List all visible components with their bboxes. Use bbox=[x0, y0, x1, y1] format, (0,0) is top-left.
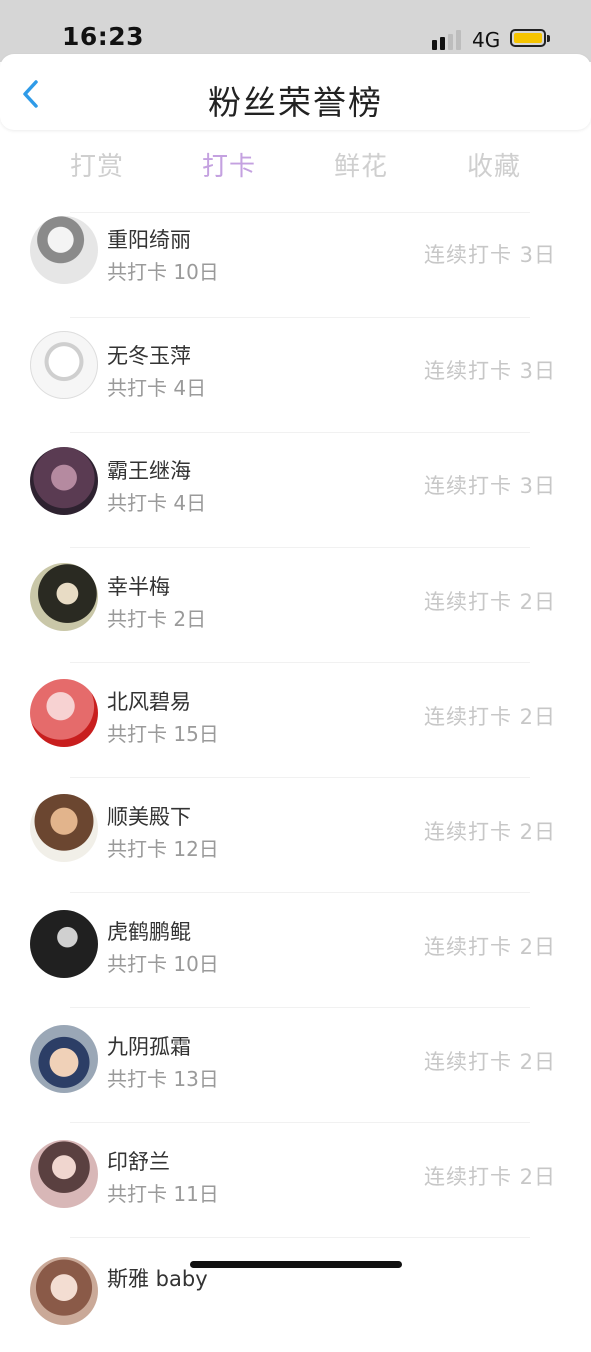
list-item[interactable]: 幸半梅 共打卡 2日 连续打卡 2日 bbox=[0, 547, 591, 662]
fan-total-checkins: 共打卡 2日 bbox=[107, 607, 207, 631]
avatar bbox=[30, 679, 98, 747]
fan-total-checkins: 共打卡 11日 bbox=[107, 1182, 219, 1206]
avatar bbox=[30, 1140, 98, 1208]
divider bbox=[70, 1007, 530, 1008]
fan-total-checkins: 共打卡 10日 bbox=[107, 260, 219, 284]
page-title: 粉丝荣誉榜 bbox=[208, 83, 383, 122]
network-type: 4G bbox=[472, 28, 501, 52]
fan-total-checkins: 共打卡 4日 bbox=[107, 491, 207, 515]
fan-streak: 连续打卡 2日 bbox=[423, 935, 556, 959]
list-item[interactable]: 顺美殿下 共打卡 12日 连续打卡 2日 bbox=[0, 777, 591, 892]
avatar bbox=[30, 794, 98, 862]
fan-streak: 连续打卡 2日 bbox=[423, 1165, 556, 1189]
list-item[interactable]: 虎鹤鹏鲲 共打卡 10日 连续打卡 2日 bbox=[0, 892, 591, 1007]
fan-total-checkins: 共打卡 10日 bbox=[107, 952, 219, 976]
divider bbox=[70, 777, 530, 778]
list-item[interactable]: 霸王继海 共打卡 4日 连续打卡 3日 bbox=[0, 432, 591, 547]
nav-header: 粉丝荣誉榜 bbox=[0, 54, 591, 130]
divider bbox=[70, 432, 530, 433]
divider bbox=[70, 317, 530, 318]
list-item[interactable]: 九阴孤霜 共打卡 13日 连续打卡 2日 bbox=[0, 1007, 591, 1122]
divider bbox=[70, 1122, 530, 1123]
fan-name: 无冬玉萍 bbox=[107, 344, 191, 368]
list-item[interactable]: 北风碧易 共打卡 15日 连续打卡 2日 bbox=[0, 662, 591, 777]
fan-streak: 连续打卡 3日 bbox=[423, 474, 556, 498]
avatar bbox=[30, 1025, 98, 1093]
avatar bbox=[30, 563, 98, 631]
signal-icon bbox=[432, 30, 461, 50]
list-item[interactable]: 斯雅 baby bbox=[0, 1237, 591, 1352]
fan-streak: 连续打卡 2日 bbox=[423, 705, 556, 729]
fan-streak: 连续打卡 3日 bbox=[423, 243, 556, 267]
list-item[interactable]: 印舒兰 共打卡 11日 连续打卡 2日 bbox=[0, 1122, 591, 1237]
fan-name: 北风碧易 bbox=[107, 690, 191, 714]
fan-name: 霸王继海 bbox=[107, 459, 191, 483]
fan-name: 重阳绮丽 bbox=[107, 228, 191, 252]
avatar bbox=[30, 216, 98, 284]
tab-reward[interactable]: 打赏 bbox=[70, 146, 124, 183]
fan-name: 虎鹤鹏鲲 bbox=[107, 920, 191, 944]
divider bbox=[70, 892, 530, 893]
divider bbox=[70, 662, 530, 663]
divider bbox=[70, 1237, 530, 1238]
fan-name: 幸半梅 bbox=[107, 575, 170, 599]
fan-streak: 连续打卡 2日 bbox=[423, 1050, 556, 1074]
battery-tip bbox=[547, 35, 550, 42]
avatar bbox=[30, 447, 98, 515]
avatar bbox=[30, 1257, 98, 1325]
fan-name: 九阴孤霜 bbox=[107, 1035, 191, 1059]
fan-total-checkins: 共打卡 12日 bbox=[107, 837, 219, 861]
battery-icon bbox=[510, 29, 546, 47]
tab-bar: 打赏 打卡 鲜花 收藏 bbox=[0, 138, 591, 188]
fan-streak: 连续打卡 2日 bbox=[423, 820, 556, 844]
fan-name: 顺美殿下 bbox=[107, 805, 191, 829]
avatar bbox=[30, 331, 98, 399]
divider bbox=[70, 547, 530, 548]
fan-total-checkins: 共打卡 15日 bbox=[107, 722, 219, 746]
tab-favorites[interactable]: 收藏 bbox=[467, 146, 521, 183]
fan-total-checkins: 共打卡 4日 bbox=[107, 376, 207, 400]
fan-total-checkins: 共打卡 13日 bbox=[107, 1067, 219, 1091]
divider bbox=[70, 212, 530, 213]
list-item[interactable]: 无冬玉萍 共打卡 4日 连续打卡 3日 bbox=[0, 317, 591, 432]
tab-flowers[interactable]: 鲜花 bbox=[334, 146, 388, 183]
fan-name: 印舒兰 bbox=[107, 1150, 170, 1174]
status-bar: 16:23 4G bbox=[0, 0, 591, 62]
list-item[interactable]: 重阳绮丽 共打卡 10日 连续打卡 3日 bbox=[0, 212, 591, 327]
tab-checkin[interactable]: 打卡 bbox=[202, 146, 256, 183]
fan-streak: 连续打卡 2日 bbox=[423, 590, 556, 614]
avatar bbox=[30, 910, 98, 978]
status-time: 16:23 bbox=[62, 22, 145, 51]
fan-streak: 连续打卡 3日 bbox=[423, 359, 556, 383]
home-indicator[interactable] bbox=[190, 1261, 402, 1268]
